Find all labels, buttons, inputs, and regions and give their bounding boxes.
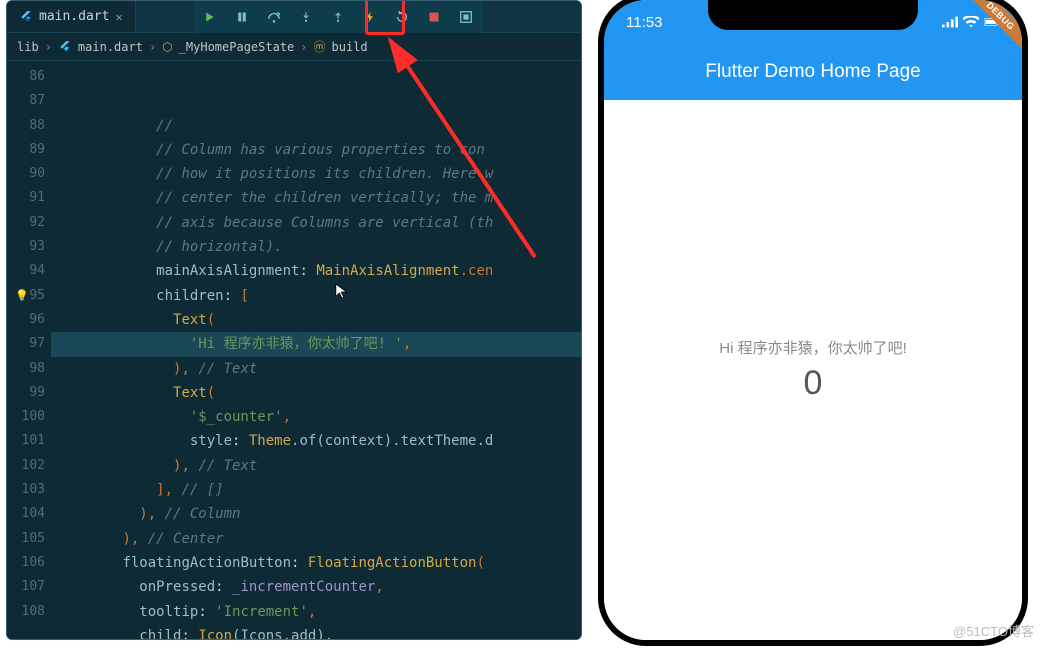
- breadcrumb[interactable]: lib › main.dart › ⬡ _MyHomePageState › ⓜ…: [7, 33, 581, 61]
- debug-toolbar: [193, 1, 483, 33]
- step-into-icon[interactable]: [297, 8, 315, 26]
- phone-body: DEBUG 11:53 Flutter Demo Home Page Hi 程序…: [598, 0, 1028, 646]
- phone-notch: [708, 0, 918, 30]
- stop-icon[interactable]: [425, 8, 443, 26]
- breadcrumb-file: main.dart: [78, 40, 143, 54]
- file-tab[interactable]: main.dart ✕: [7, 1, 136, 32]
- app-body: Hi 程序亦非猿，你太帅了吧! 0: [604, 100, 1022, 640]
- editor-tabbar: main.dart ✕: [7, 1, 581, 33]
- counter-value: 0: [804, 364, 823, 403]
- class-icon: ⬡: [162, 40, 172, 54]
- close-icon[interactable]: ✕: [115, 10, 122, 24]
- flutter-icon: [58, 40, 72, 54]
- chevron-right-icon: ›: [300, 40, 307, 54]
- ide-window: main.dart ✕ lib › main.dart › ⬡ _MyHomeP…: [6, 0, 582, 640]
- breadcrumb-class: _MyHomePageState: [179, 40, 295, 54]
- hot-reload-icon[interactable]: [361, 8, 379, 26]
- restart-icon[interactable]: [393, 8, 411, 26]
- devtools-icon[interactable]: [457, 8, 475, 26]
- step-out-icon[interactable]: [329, 8, 347, 26]
- watermark: @51CTO博客: [953, 621, 1034, 640]
- play-icon[interactable]: [201, 8, 219, 26]
- app-bar: Flutter Demo Home Page: [604, 44, 1022, 100]
- chevron-right-icon: ›: [45, 40, 52, 54]
- breadcrumb-folder: lib: [17, 40, 39, 54]
- flutter-icon: [19, 10, 33, 24]
- wifi-icon: [963, 16, 979, 28]
- pause-icon[interactable]: [233, 8, 251, 26]
- body-text: Hi 程序亦非猿，你太帅了吧!: [719, 337, 907, 358]
- tab-filename: main.dart: [39, 9, 109, 24]
- status-time: 11:53: [626, 14, 662, 31]
- step-over-icon[interactable]: [265, 8, 283, 26]
- code-lines[interactable]: // // Column has various properties to c…: [55, 61, 581, 639]
- method-icon: ⓜ: [314, 38, 326, 55]
- signal-icon: [942, 16, 958, 28]
- phone-simulator: DEBUG 11:53 Flutter Demo Home Page Hi 程序…: [598, 0, 1028, 646]
- breadcrumb-method: build: [332, 40, 368, 54]
- line-gutter: 86878889909192939495💡9697989910010110210…: [7, 61, 55, 639]
- app-title: Flutter Demo Home Page: [705, 61, 920, 83]
- chevron-right-icon: ›: [149, 40, 156, 54]
- mouse-cursor-icon: [335, 283, 349, 301]
- code-editor[interactable]: 86878889909192939495💡9697989910010110210…: [7, 61, 581, 639]
